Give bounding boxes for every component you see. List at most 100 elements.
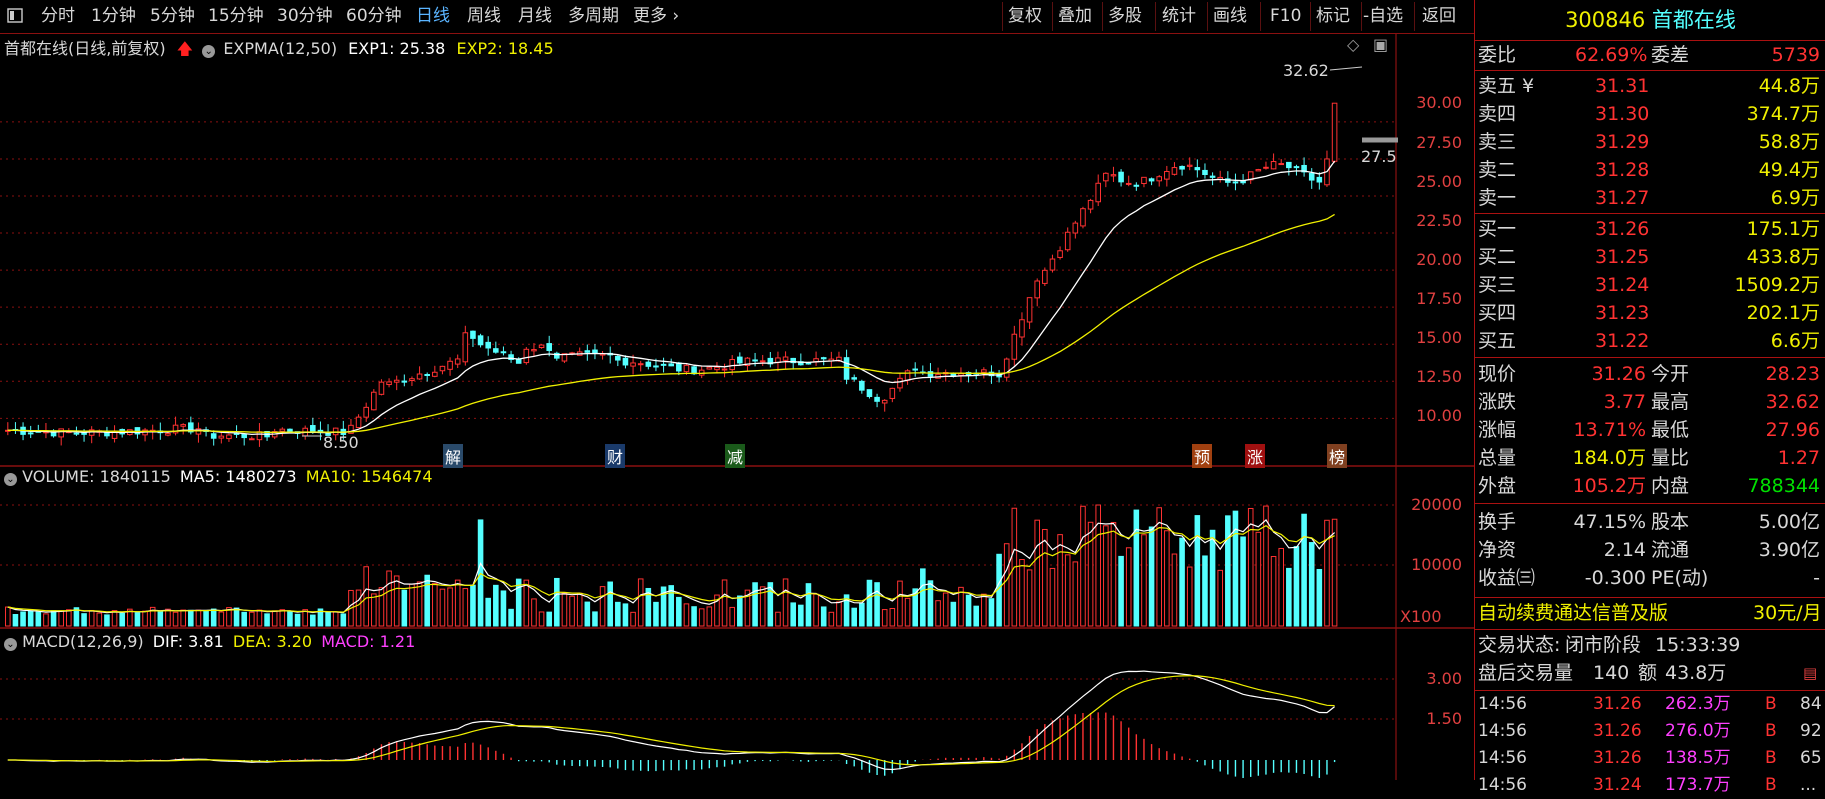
f10-button[interactable]: F10	[1270, 0, 1301, 33]
fuquan-button[interactable]: 复权	[1008, 0, 1042, 33]
volume-bar	[1278, 547, 1284, 627]
toggle-panel-icon[interactable]	[6, 0, 26, 33]
volume-bar	[752, 582, 758, 627]
volume-bar	[142, 610, 148, 627]
volume-bar	[1019, 559, 1025, 627]
ad-banner[interactable]: 自动续费通达信普及版 30元/月	[1475, 599, 1825, 627]
candle-body	[271, 431, 278, 438]
candle-body	[81, 432, 87, 435]
candle-body	[759, 360, 766, 363]
candle-body	[668, 363, 674, 367]
volume-bar	[1110, 521, 1117, 627]
volume-bar	[50, 610, 57, 627]
period-tab-30min[interactable]: 30分钟	[277, 0, 333, 33]
candle-body	[104, 430, 110, 437]
diamond-icon[interactable]: ◇	[1347, 35, 1359, 54]
period-tab-60min[interactable]: 60分钟	[346, 0, 402, 33]
candle-body	[1087, 199, 1094, 210]
candle-body	[904, 370, 911, 381]
multi-stock-button[interactable]: 多股	[1108, 0, 1142, 33]
bid-price: 31.23	[1595, 302, 1650, 324]
candle-body	[737, 356, 743, 364]
fund-value: 5.00亿	[1758, 511, 1820, 533]
period-tab-weekly[interactable]: 周线	[467, 0, 501, 33]
macd-y-tick: 3.00	[1426, 669, 1462, 688]
mark-button[interactable]: 标记	[1316, 0, 1350, 33]
indicator-dropdown-icon[interactable]: ⌄	[4, 638, 17, 651]
period-tab-monthly[interactable]: 月线	[518, 0, 552, 33]
ask-row[interactable]: 卖一 31.27 6.9万	[1475, 184, 1825, 212]
event-marker-reduce[interactable]: 减	[725, 444, 746, 468]
overlay-button[interactable]: 叠加	[1058, 0, 1092, 33]
ask-row[interactable]: 卖四 31.30 374.7万	[1475, 100, 1825, 128]
self-select-button[interactable]: -自选	[1363, 0, 1403, 33]
stat-value: 788344	[1747, 475, 1820, 497]
volume-bar	[714, 594, 720, 627]
stat-value: 31.26	[1591, 363, 1646, 385]
volume-bar	[43, 613, 49, 627]
period-tab-5min[interactable]: 5分钟	[150, 0, 195, 33]
vol-ma5-value: MA5: 1480273	[179, 467, 297, 486]
candle-body	[1057, 250, 1063, 258]
indicator-dropdown-icon[interactable]: ⌄	[4, 473, 17, 486]
candle-body	[805, 362, 812, 365]
volume-bar	[1103, 525, 1109, 627]
bid-row[interactable]: 买一 31.26 175.1万	[1475, 215, 1825, 243]
volume-bar	[96, 612, 103, 627]
period-tab-more[interactable]: 更多 ›	[633, 0, 679, 33]
volume-header: ⌄ VOLUME: 1840115 MA5: 1480273 MA10: 154…	[4, 467, 433, 486]
chart-toggle-icon[interactable]: ▤	[1803, 659, 1817, 687]
volume-bar	[485, 597, 491, 627]
candle-body	[12, 428, 19, 431]
bid-row[interactable]: 买二 31.25 433.8万	[1475, 243, 1825, 271]
trade-status-row: 交易状态: 闭市阶段 15:33:39	[1475, 631, 1825, 659]
volume-bar	[645, 587, 652, 627]
stats-button[interactable]: 统计	[1162, 0, 1196, 33]
candle-body	[645, 361, 652, 367]
candle-body	[500, 351, 507, 354]
volume-bar	[393, 575, 400, 627]
volume-bar	[371, 593, 377, 627]
volume-bar	[462, 588, 469, 627]
ask-row[interactable]: 卖二 31.28 49.4万	[1475, 156, 1825, 184]
draw-line-button[interactable]: 画线	[1213, 0, 1247, 33]
ask-row[interactable]: 卖三 31.29 58.8万	[1475, 128, 1825, 156]
candle-body	[355, 416, 362, 429]
candle-body	[531, 349, 537, 352]
period-tab-1min[interactable]: 1分钟	[91, 0, 136, 33]
expma-label[interactable]: EXPMA(12,50)	[223, 39, 337, 58]
volume-bar	[1164, 530, 1170, 627]
indicator-dropdown-icon[interactable]: ⌄	[202, 45, 216, 58]
kline-chart[interactable]	[0, 0, 1474, 780]
bid-row[interactable]: 买五 31.22 6.6万	[1475, 327, 1825, 355]
bid-row[interactable]: 买三 31.24 1509.2万	[1475, 271, 1825, 299]
candle-body	[416, 373, 423, 380]
period-tab-15min[interactable]: 15分钟	[208, 0, 264, 33]
bid-price: 31.26	[1595, 218, 1650, 240]
candle-body	[1148, 178, 1155, 182]
bid-row[interactable]: 买四 31.23 202.1万	[1475, 299, 1825, 327]
candle-body	[1164, 171, 1170, 180]
candle-body	[393, 379, 400, 383]
period-tab-daily[interactable]: 日线	[416, 0, 450, 33]
volume-bar	[538, 611, 545, 627]
volume-bar	[653, 601, 659, 627]
candle-body	[264, 430, 270, 438]
candle-body	[630, 362, 636, 367]
period-tab-fenshi[interactable]: 分时	[41, 0, 75, 33]
volume-bar	[775, 611, 781, 627]
event-marker-forecast[interactable]: 预	[1192, 444, 1213, 468]
volume-bar	[1034, 519, 1040, 627]
candle-body	[889, 387, 896, 399]
back-button[interactable]: 返回	[1422, 0, 1456, 33]
event-marker-report[interactable]: 财	[605, 444, 626, 468]
candle-body	[447, 360, 453, 370]
event-marker-unlock[interactable]: 解	[443, 444, 464, 468]
event-marker-limitup[interactable]: 涨	[1245, 444, 1266, 468]
candle-body	[599, 353, 606, 356]
period-tab-multi[interactable]: 多周期	[568, 0, 619, 33]
info-panel-icon[interactable]: ▣	[1373, 35, 1388, 54]
vol-unit-label: X100	[1400, 607, 1442, 626]
event-marker-rank[interactable]: 榜	[1327, 444, 1348, 468]
ask-row[interactable]: 卖五 ¥ 31.31 44.8万	[1475, 72, 1825, 100]
